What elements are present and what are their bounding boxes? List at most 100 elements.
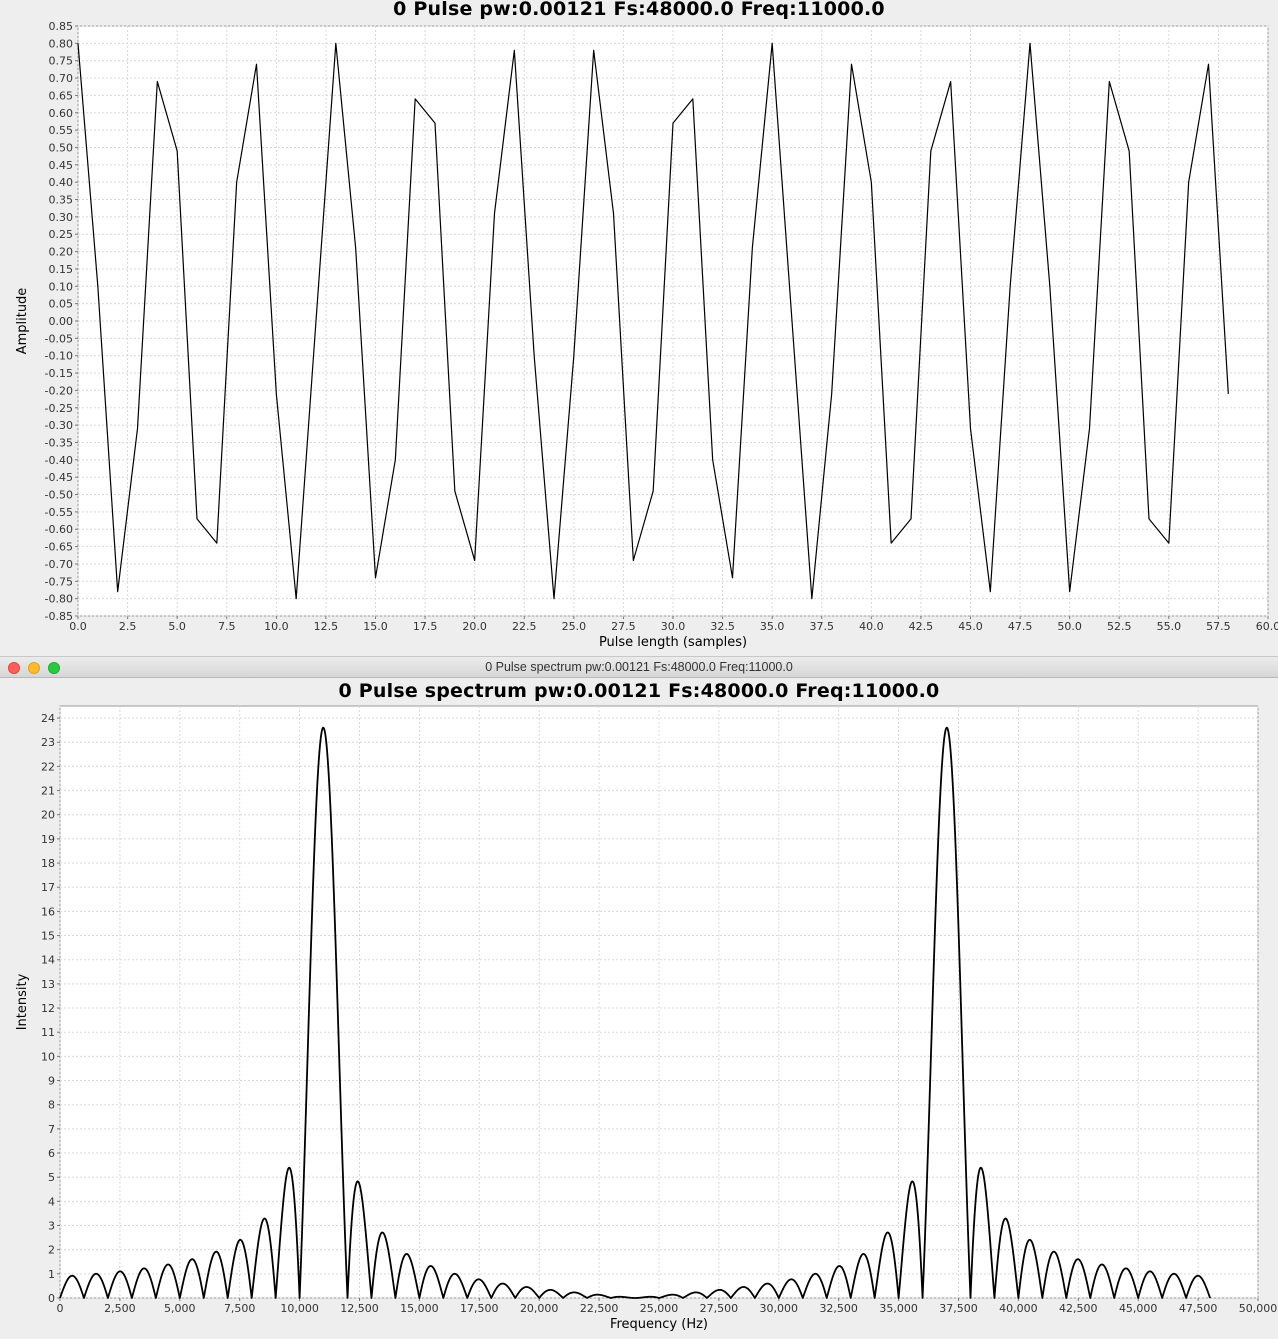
y-tick-label: 0.70 <box>49 72 74 85</box>
y-tick-label: 21 <box>41 785 55 798</box>
x-axis-label: Pulse length (samples) <box>599 635 747 650</box>
y-tick-label: 0.85 <box>49 20 74 33</box>
y-tick-label: -0.45 <box>45 471 73 484</box>
spectrum-chart-title: 0 Pulse spectrum pw:0.00121 Fs:48000.0 F… <box>338 680 940 702</box>
y-tick-label: 0.15 <box>49 263 74 276</box>
y-tick-label: -0.35 <box>45 436 73 449</box>
y-tick-label: 23 <box>41 736 55 749</box>
pulse-chart: 0.0 2.5 5.0 7.5 10.0 12.5 15.0 17.5 20.0 22.5 25.0… <box>15 20 1278 650</box>
x-tick-label: 22.5 <box>512 620 537 633</box>
x-axis-label: Frequency (Hz) <box>610 1317 708 1332</box>
y-tick-label: -0.25 <box>45 402 73 415</box>
y-tick-label: -0.05 <box>45 332 73 345</box>
x-tick-label: 50,000 <box>1239 1302 1278 1315</box>
y-axis-label: Amplitude <box>15 288 30 355</box>
y-tick-label: 15 <box>41 930 55 943</box>
y-tick-label: -0.15 <box>45 367 73 380</box>
x-tick-label: 5.0 <box>168 620 186 633</box>
x-tick-label: 7,500 <box>224 1302 256 1315</box>
y-tick-label: 0.55 <box>49 124 74 137</box>
y-axis-label: Intensity <box>15 973 30 1030</box>
x-tick-label: 35,000 <box>879 1302 918 1315</box>
x-tick-label: 22,500 <box>580 1302 619 1315</box>
y-tick-label: 24 <box>41 712 55 725</box>
x-tick-label: 5,000 <box>164 1302 196 1315</box>
x-tick-label: 47.5 <box>1008 620 1033 633</box>
y-tick-label: 3 <box>48 1220 55 1233</box>
x-tick-label: 42.5 <box>909 620 934 633</box>
x-tick-label: 10,000 <box>280 1302 319 1315</box>
x-tick-label: 2.5 <box>119 620 137 633</box>
x-tick-label: 12,500 <box>340 1302 379 1315</box>
x-tick-label: 52.5 <box>1107 620 1132 633</box>
x-tick-label: 15.0 <box>363 620 388 633</box>
y-tick-label: -0.20 <box>45 384 73 397</box>
y-tick-label: -0.80 <box>45 593 73 606</box>
y-tick-label: 13 <box>41 978 55 991</box>
spectrum-window-titlebar[interactable]: 0 Pulse spectrum pw:0.00121 Fs:48000.0 F… <box>0 656 1278 678</box>
y-tick-label: 18 <box>41 857 55 870</box>
x-tick-label: 35.0 <box>760 620 785 633</box>
y-tick-label: 0.80 <box>49 37 74 50</box>
window-title: 0 Pulse spectrum pw:0.00121 Fs:48000.0 F… <box>485 660 793 674</box>
x-tick-label: 30.0 <box>661 620 686 633</box>
y-tick-label: 2 <box>48 1244 55 1257</box>
x-tick-label: 45.0 <box>958 620 983 633</box>
x-tick-label: 60.0 <box>1256 620 1278 633</box>
y-tick-label: 7 <box>48 1123 55 1136</box>
x-tick-label: 12.5 <box>314 620 339 633</box>
x-tick-label: 27.5 <box>611 620 636 633</box>
x-tick-label: 2,500 <box>104 1302 136 1315</box>
spectrum-chart: 0 2,500 5,000 7,500 10,000 12,500 15,000 17,500… <box>15 705 1278 1332</box>
x-tick-label: 10.0 <box>264 620 289 633</box>
y-tick-label: 5 <box>48 1171 55 1184</box>
y-tick-label: 0.25 <box>49 228 74 241</box>
y-tick-label: 8 <box>48 1099 55 1112</box>
y-tick-label: -0.70 <box>45 558 73 571</box>
y-tick-label: 10 <box>41 1050 55 1063</box>
x-tick-label: 7.5 <box>218 620 236 633</box>
pulse-chart-title: 0 Pulse pw:0.00121 Fs:48000.0 Freq:11000… <box>393 0 885 20</box>
x-tick-label: 42,500 <box>1059 1302 1098 1315</box>
pulse-chart-window: 0.0 2.5 5.0 7.5 10.0 12.5 15.0 17.5 20.0 22.5 25.0… <box>0 0 1278 656</box>
x-tick-label: 15,000 <box>400 1302 439 1315</box>
x-tick-label: 20.0 <box>462 620 487 633</box>
x-tick-label: 20,000 <box>520 1302 559 1315</box>
y-tick-label: -0.30 <box>45 419 73 432</box>
y-tick-label: 1 <box>48 1268 55 1281</box>
y-tick-label: -0.60 <box>45 523 73 536</box>
y-tick-label: 0.50 <box>49 141 74 154</box>
x-tick-label: 37.5 <box>810 620 835 633</box>
y-tick-label: 14 <box>41 954 55 967</box>
y-tick-label: 9 <box>48 1075 55 1088</box>
x-tick-label: 17.5 <box>413 620 438 633</box>
y-tick-label: 17 <box>41 881 55 894</box>
y-tick-label: 0 <box>48 1292 55 1305</box>
y-tick-label: 0.30 <box>49 211 74 224</box>
y-tick-label: 6 <box>48 1147 55 1160</box>
x-tick-label: 40,000 <box>999 1302 1038 1315</box>
y-tick-label: 0.00 <box>49 315 74 328</box>
y-tick-label: 0.10 <box>49 280 74 293</box>
y-tick-label: 0.40 <box>49 176 74 189</box>
y-tick-label: 20 <box>41 809 55 822</box>
x-tick-label: 32.5 <box>710 620 735 633</box>
y-tick-label: 22 <box>41 760 55 773</box>
y-tick-label: -0.55 <box>45 506 73 519</box>
x-tick-label: 27,500 <box>700 1302 739 1315</box>
x-tick-label: 40.0 <box>859 620 884 633</box>
x-tick-label: 30,000 <box>760 1302 799 1315</box>
y-tick-label: 19 <box>41 833 55 846</box>
x-tick-label: 55.0 <box>1157 620 1182 633</box>
y-tick-label: -0.50 <box>45 489 73 502</box>
x-tick-label: 47,500 <box>1179 1302 1218 1315</box>
y-tick-label: -0.10 <box>45 350 73 363</box>
y-tick-label: -0.85 <box>45 610 73 623</box>
x-tick-label: 17,500 <box>460 1302 499 1315</box>
x-tick-label: 25.0 <box>562 620 587 633</box>
y-tick-label: 0.45 <box>49 159 74 172</box>
x-tick-label: 25,000 <box>640 1302 679 1315</box>
spectrum-chart-window: 0 2,500 5,000 7,500 10,000 12,500 15,000 17,500… <box>0 678 1278 1339</box>
y-tick-label: -0.75 <box>45 575 73 588</box>
y-tick-label: 0.60 <box>49 107 74 120</box>
